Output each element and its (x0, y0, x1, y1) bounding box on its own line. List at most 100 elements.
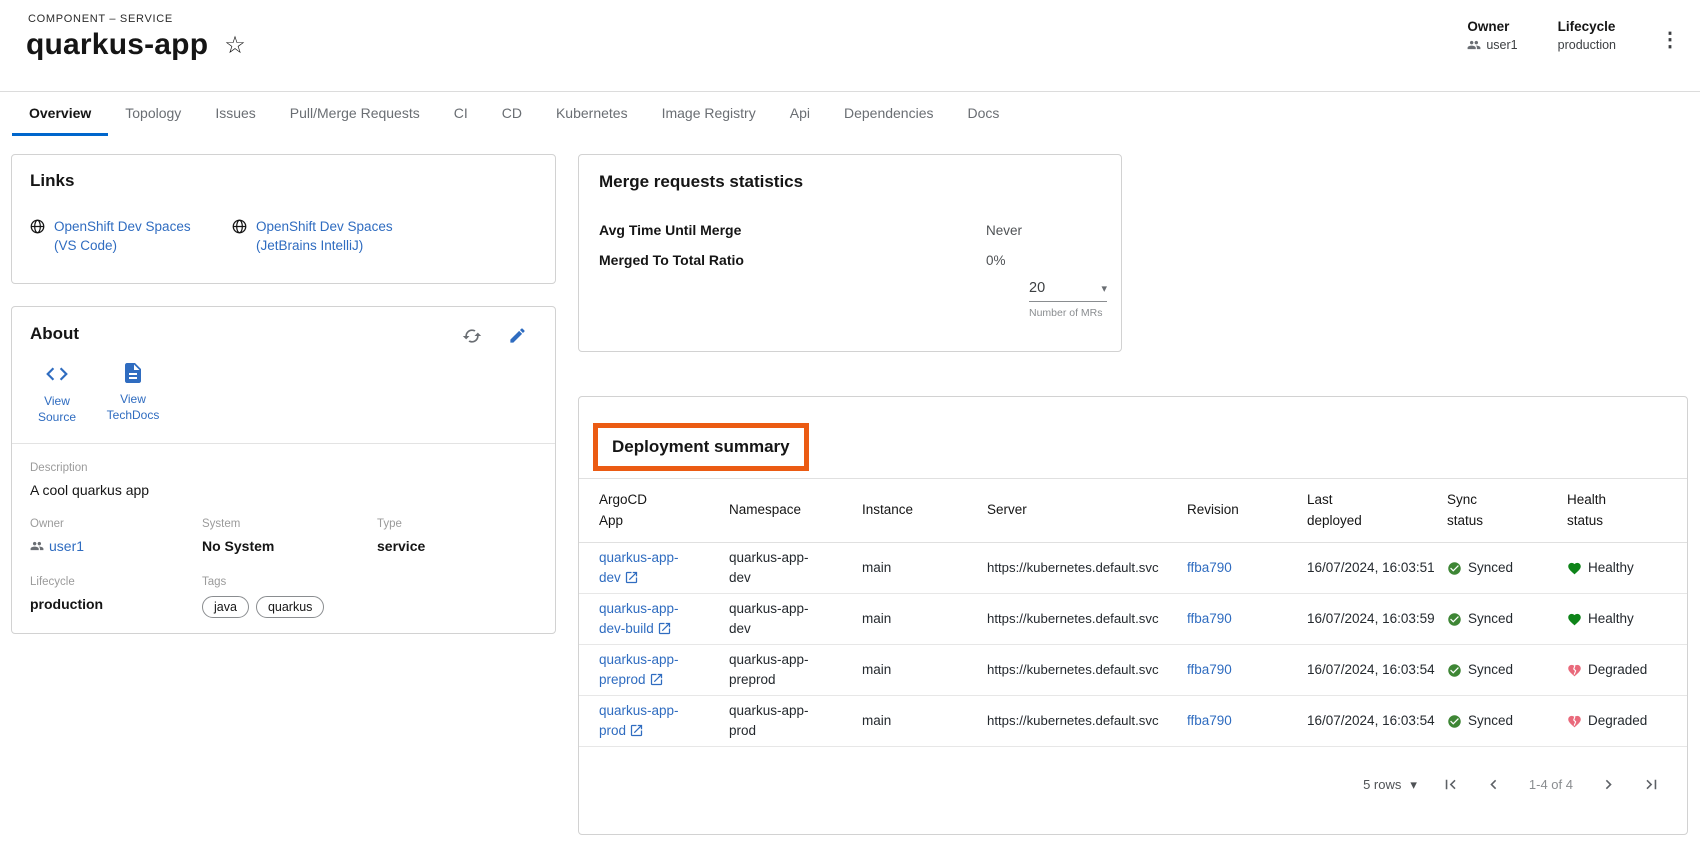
namespace-cell: quarkus-app-dev (729, 599, 825, 638)
server-cell: https://kubernetes.default.svc (987, 558, 1187, 577)
table-header-cell: Sync status (1447, 490, 1567, 531)
entity-kind-kicker: COMPONENT – SERVICE (28, 13, 173, 25)
number-of-mrs-select[interactable]: 20 ▾ Number of MRs (1029, 280, 1107, 319)
instance-cell: main (862, 609, 987, 629)
about-owner-link[interactable]: user1 (30, 538, 202, 554)
open-in-new-icon (649, 672, 664, 687)
first-page-button[interactable] (1441, 775, 1460, 794)
table-header-cell: Health status (1567, 490, 1667, 531)
sync-status-cell: Synced (1447, 609, 1567, 629)
lifecycle-label: Lifecycle (1558, 19, 1616, 34)
table-row: quarkus-app-preprod quarkus-app-preprod … (579, 645, 1687, 696)
tab[interactable]: Issues (198, 92, 272, 136)
check-circle-icon (1447, 663, 1462, 678)
tab[interactable]: Docs (950, 92, 1016, 136)
argocd-app-link[interactable]: quarkus-app-prod (599, 701, 699, 740)
previous-page-button[interactable] (1484, 775, 1503, 794)
chevron-down-icon: ▾ (1101, 282, 1107, 295)
table-header-cell: Server (987, 500, 1187, 520)
page-title: quarkus-app (26, 28, 208, 62)
tab[interactable]: Image Registry (645, 92, 773, 136)
revision-link[interactable]: ffba790 (1187, 662, 1232, 677)
server-cell: https://kubernetes.default.svc (987, 660, 1187, 679)
health-status-cell: Degraded (1567, 660, 1667, 680)
argocd-app-link[interactable]: quarkus-app-preprod (599, 650, 699, 689)
next-page-button[interactable] (1599, 775, 1618, 794)
system-value: No System (202, 538, 377, 554)
argocd-app-link[interactable]: quarkus-app-dev-build (599, 599, 699, 638)
entity-tabs: OverviewTopologyIssuesPull/Merge Request… (0, 92, 1700, 136)
open-in-new-icon (657, 621, 672, 636)
revision-link[interactable]: ffba790 (1187, 560, 1232, 575)
tab[interactable]: Pull/Merge Requests (273, 92, 437, 136)
health-status-text: Healthy (1588, 609, 1634, 629)
server-cell: https://kubernetes.default.svc (987, 609, 1187, 628)
external-link[interactable]: OpenShift Dev Spaces (VS Code) (30, 218, 196, 256)
description-label: Description (30, 462, 537, 474)
rows-per-page-select[interactable]: 5 rows ▾ (1363, 777, 1417, 793)
table-header-cell: Revision (1187, 500, 1307, 520)
entity-header: COMPONENT – SERVICE quarkus-app ☆ Owner … (0, 0, 1700, 92)
tab[interactable]: CD (485, 92, 539, 136)
revision-link[interactable]: ffba790 (1187, 713, 1232, 728)
chevron-down-icon: ▾ (1410, 777, 1417, 793)
tab[interactable]: Api (773, 92, 827, 136)
argocd-app-link[interactable]: quarkus-app-dev (599, 548, 699, 587)
stat-row: Merged To Total Ratio 0% (599, 252, 1101, 268)
view-techdocs-button[interactable]: View TechDocs (102, 361, 164, 425)
edit-icon[interactable] (508, 326, 527, 346)
instance-cell: main (862, 558, 987, 578)
revision-link[interactable]: ffba790 (1187, 611, 1232, 626)
about-lifecycle-value: production (30, 596, 202, 612)
tab[interactable]: Overview (12, 92, 108, 136)
select-caption: Number of MRs (1029, 307, 1107, 319)
about-card-title: About (30, 324, 79, 344)
tags-label: Tags (202, 576, 377, 588)
open-in-new-icon (624, 570, 639, 585)
header-owner: Owner user1 (1467, 19, 1517, 52)
header-lifecycle: Lifecycle production (1558, 19, 1616, 52)
table-row: quarkus-app-prod quarkus-app-prod main h… (579, 696, 1687, 747)
tab[interactable]: Kubernetes (539, 92, 645, 136)
tab[interactable]: Dependencies (827, 92, 951, 136)
view-source-button[interactable]: View Source (26, 361, 88, 425)
health-status-text: Healthy (1588, 558, 1634, 578)
about-owner-label: Owner (30, 518, 202, 530)
owner-label: Owner (1467, 19, 1517, 34)
table-body: quarkus-app-dev quarkus-app-dev main htt… (579, 543, 1687, 747)
globe-icon (30, 219, 45, 234)
kebab-menu-icon[interactable]: ⋮ (1656, 27, 1684, 52)
people-icon (1467, 38, 1481, 52)
people-icon (30, 539, 44, 553)
favorite-star-icon[interactable]: ☆ (224, 32, 246, 58)
namespace-cell: quarkus-app-prod (729, 701, 825, 740)
health-status-cell: Healthy (1567, 558, 1667, 578)
last-deployed-cell: 16/07/2024, 16:03:54 (1307, 660, 1447, 680)
link-label: OpenShift Dev Spaces (JetBrains IntelliJ… (256, 218, 398, 256)
server-cell: https://kubernetes.default.svc (987, 711, 1187, 730)
last-deployed-cell: 16/07/2024, 16:03:54 (1307, 711, 1447, 731)
last-page-button[interactable] (1642, 775, 1661, 794)
last-deployed-cell: 16/07/2024, 16:03:59 (1307, 609, 1447, 629)
tab[interactable]: CI (437, 92, 485, 136)
deployment-summary-title: Deployment summary (612, 437, 790, 456)
check-circle-icon (1447, 612, 1462, 627)
tag-chip[interactable]: java (202, 596, 249, 618)
type-label: Type (377, 518, 537, 530)
merge-stats-title: Merge requests statistics (599, 172, 1101, 192)
type-value: service (377, 538, 537, 554)
tag-chip[interactable]: quarkus (256, 596, 324, 618)
argocd-app-name: quarkus-app-preprod (599, 652, 679, 687)
table-header-row: ArgoCD AppNamespaceInstanceServerRevisio… (579, 479, 1687, 543)
view-source-label: View Source (28, 394, 86, 425)
sync-status-text: Synced (1468, 660, 1513, 680)
links-card-title: Links (30, 171, 537, 191)
sync-status-cell: Synced (1447, 558, 1567, 578)
refresh-icon[interactable] (462, 326, 482, 346)
sync-status-cell: Synced (1447, 711, 1567, 731)
tab[interactable]: Topology (108, 92, 198, 136)
table-header-cell: Namespace (729, 500, 862, 520)
external-link[interactable]: OpenShift Dev Spaces (JetBrains IntelliJ… (232, 218, 398, 256)
stat-row: Avg Time Until Merge Never (599, 222, 1101, 238)
stat-value: Never (986, 223, 1101, 238)
